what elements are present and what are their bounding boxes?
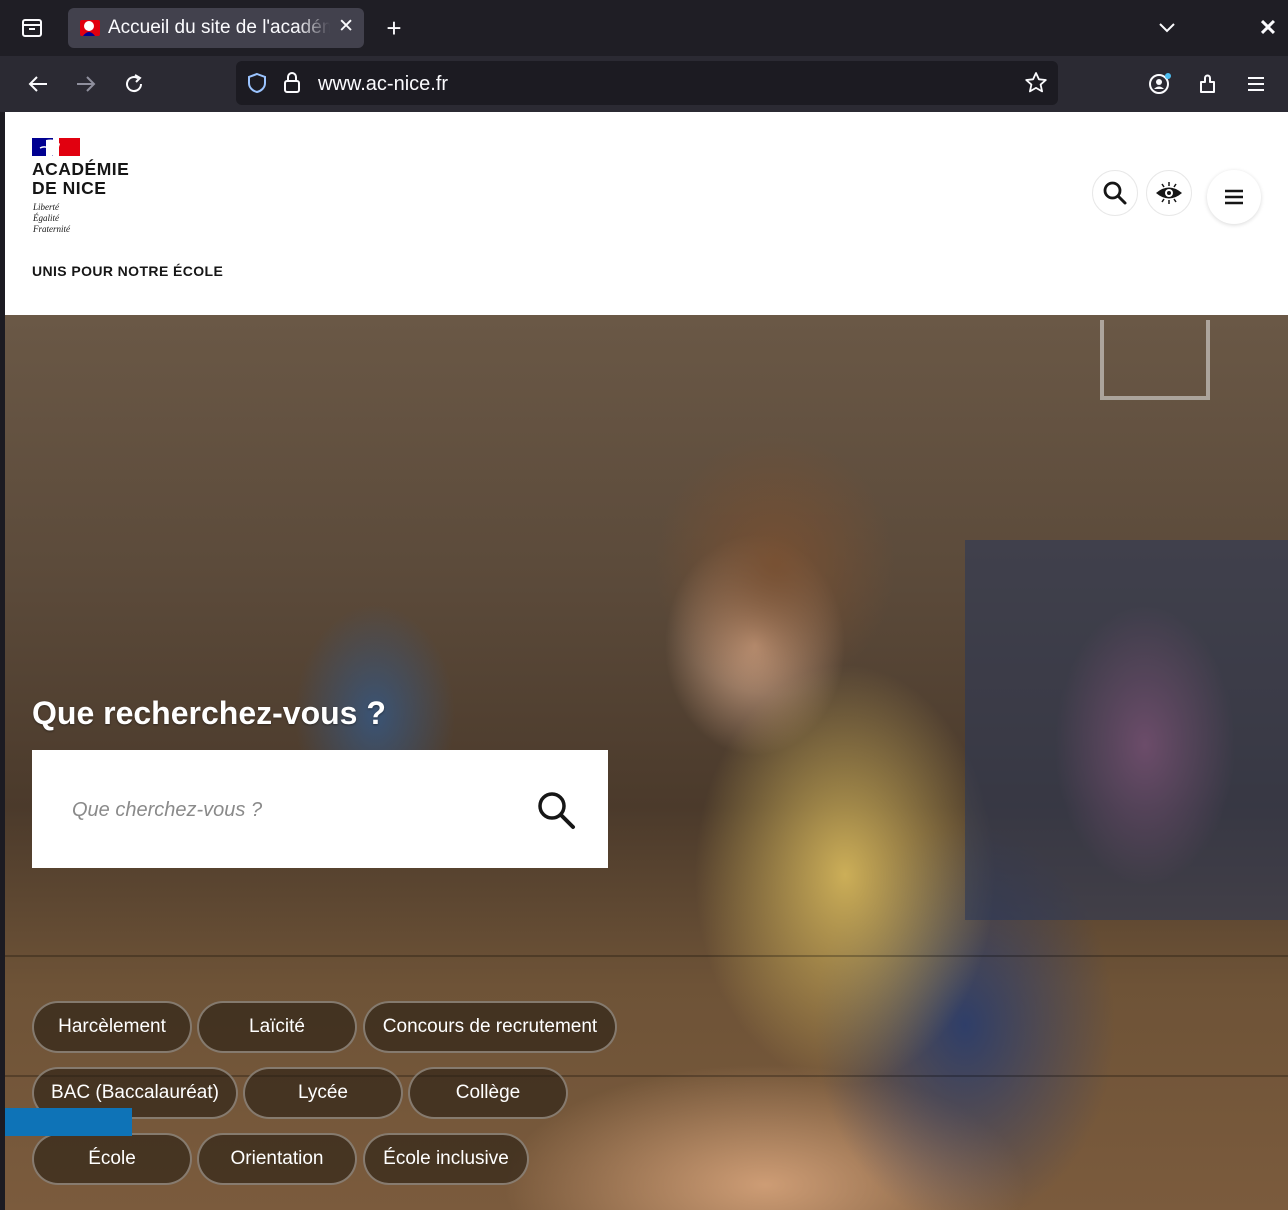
star-icon[interactable] [1024,71,1048,100]
address-bar[interactable]: www.ac-nice.fr [236,61,1058,105]
favicon-marianne-icon [80,18,100,38]
active-tab[interactable]: Accueil du site de l'académie ✕ [68,8,364,48]
academy-name-line1: ACADÉMIE [32,159,130,179]
academy-name-line2: DE NICE [32,178,107,198]
url-text[interactable]: www.ac-nice.fr [318,73,448,95]
account-icon[interactable] [1144,68,1176,100]
hero-background-panel [965,540,1288,920]
eye-icon [1156,182,1182,204]
plus-icon[interactable]: + [380,12,408,44]
search-submit-button[interactable] [532,786,580,834]
web-page: ACADÉMIE DE NICE Liberté Égalité Fratern… [5,112,1288,1210]
tab-bar: Accueil du site de l'académie ✕ + ✕ [0,0,1288,56]
shield-icon[interactable] [246,72,268,99]
tab-title: Accueil du site de l'académie [108,18,330,38]
tag-harcelement[interactable]: Harcèlement [32,1001,192,1053]
site-tagline: UNIS POUR NOTRE ÉCOLE [32,263,224,279]
header-search-button[interactable] [1092,170,1138,216]
basketball-hoop-graphic [1100,320,1210,400]
floor-line [5,955,1288,957]
back-arrow-icon[interactable] [22,68,54,100]
republic-motto: Liberté Égalité Fraternité [33,202,70,235]
site-header: ACADÉMIE DE NICE Liberté Égalité Fratern… [5,112,1288,315]
academy-name[interactable]: ACADÉMIE DE NICE [32,160,129,198]
lock-icon[interactable] [282,71,302,100]
tag-laicite[interactable]: Laïcité [197,1001,357,1053]
marianne-logo[interactable] [32,138,80,156]
forward-arrow-icon[interactable] [70,68,102,100]
hero-search-box [32,750,608,868]
motto-fraternite: Fraternité [33,224,70,234]
tag-ecole-inclusive[interactable]: École inclusive [363,1133,529,1185]
tag-ecole[interactable]: École [32,1133,192,1185]
menu-icon [1225,189,1243,205]
search-input[interactable] [70,792,514,828]
close-icon[interactable]: ✕ [338,17,354,37]
search-icon [538,792,575,829]
close-window-icon[interactable]: ✕ [1254,12,1282,44]
motto-liberte: Liberté [33,202,59,212]
hero-banner: Que recherchez-vous ? Harcèlement Laïcit… [5,315,1288,1210]
reload-icon[interactable] [118,68,150,100]
tag-lycee[interactable]: Lycée [243,1067,403,1119]
hero-title: Que recherchez-vous ? [32,695,386,731]
motto-egalite: Égalité [33,213,59,223]
tag-college[interactable]: Collège [408,1067,568,1119]
extensions-icon[interactable] [1192,68,1224,100]
main-menu-button[interactable] [1207,170,1261,224]
chevron-down-icon[interactable] [1152,14,1182,42]
display-settings-button[interactable] [1146,170,1192,216]
menu-icon[interactable] [1240,68,1272,100]
accent-bar [5,1108,132,1136]
navigation-toolbar: www.ac-nice.fr [0,56,1288,112]
tag-concours[interactable]: Concours de recrutement [363,1001,617,1053]
tag-orientation[interactable]: Orientation [197,1133,357,1185]
search-icon [1103,181,1127,205]
tab-list-icon[interactable] [14,12,50,44]
